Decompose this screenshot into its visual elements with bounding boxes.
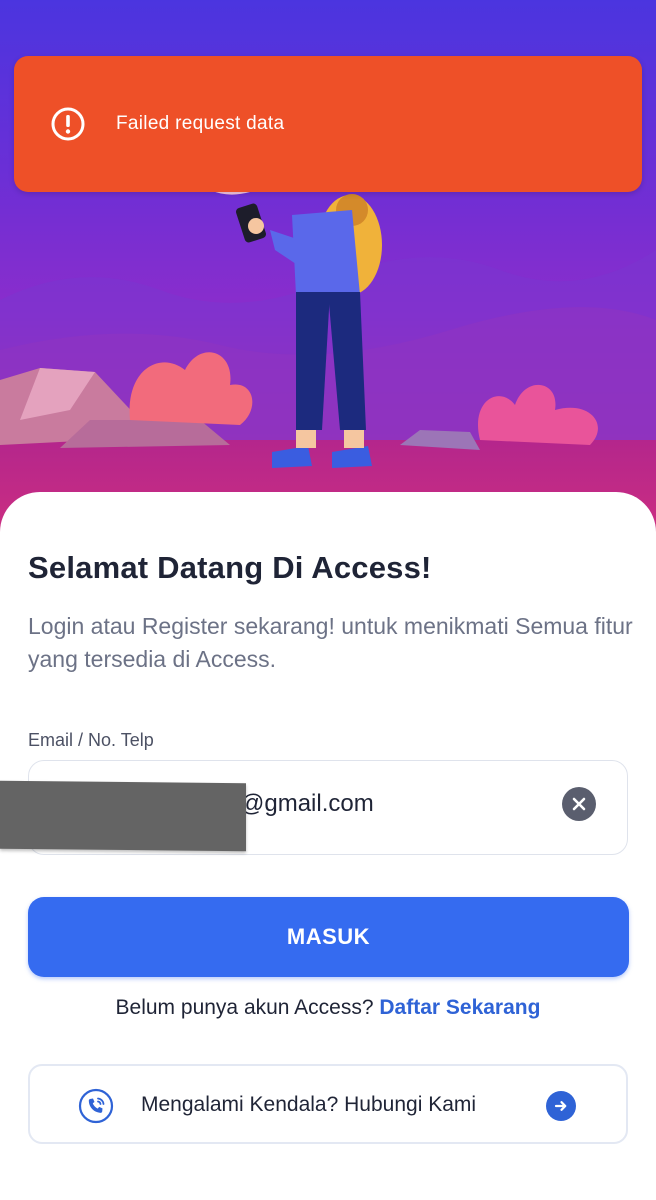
register-prompt: Belum punya akun Access?	[115, 996, 374, 1019]
email-field-label: Email / No. Telp	[28, 730, 154, 750]
contact-support-label: Mengalami Kendala? Hubungi Kami	[141, 1093, 477, 1116]
email-field-value[interactable]: @gmail.com	[240, 790, 374, 818]
clear-input-button[interactable]	[562, 787, 596, 821]
arrow-right-icon	[546, 1091, 576, 1121]
login-button[interactable]: MASUK	[28, 897, 629, 977]
welcome-subtitle: Login atau Register sekarang! untuk meni…	[28, 613, 633, 672]
toast-message: Failed request data	[116, 113, 285, 134]
register-prompt-line: Belum punya akun Access? Daftar Sekarang	[0, 996, 656, 1020]
error-toast: Failed request data	[14, 56, 642, 192]
clear-icon	[572, 797, 586, 811]
phone-support-icon	[78, 1088, 114, 1124]
redaction-overlay	[0, 780, 246, 852]
alert-circle-icon	[50, 106, 86, 142]
register-link[interactable]: Daftar Sekarang	[379, 996, 540, 1019]
welcome-title: Selamat Datang Di Access!	[28, 550, 432, 585]
contact-support-button[interactable]: Mengalami Kendala? Hubungi Kami	[28, 1064, 628, 1144]
